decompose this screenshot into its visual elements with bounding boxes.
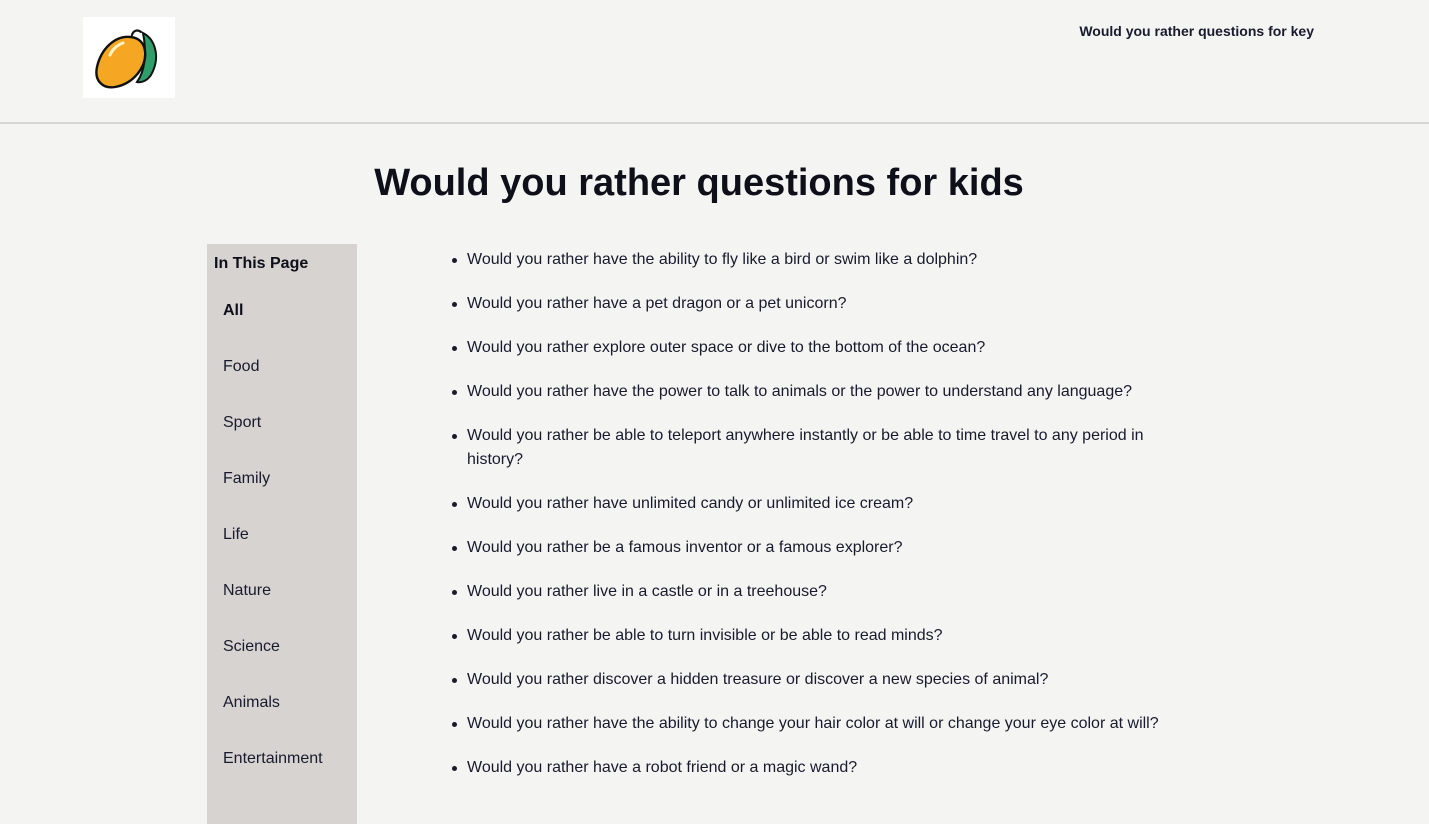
header-nav-link[interactable]: Would you rather questions for key [1079,23,1314,39]
question-item: Would you rather have the power to talk … [448,380,1188,404]
question-item: Would you rather have a robot friend or … [448,756,1188,780]
mango-logo-icon [95,29,158,89]
questions-list: Would you rather have the ability to fly… [448,248,1188,800]
toc-item-science[interactable]: Science [223,638,280,656]
toc-item-entertainment[interactable]: Entertainment [223,750,323,768]
question-item: Would you rather be able to turn invisib… [448,624,1188,648]
toc-item-family[interactable]: Family [223,470,270,488]
toc-item-sport[interactable]: Sport [223,414,261,432]
question-item: Would you rather have the ability to fly… [448,248,1188,272]
question-item: Would you rather explore outer space or … [448,336,1188,360]
question-item: Would you rather discover a hidden treas… [448,668,1188,692]
toc-item-all[interactable]: All [223,302,243,320]
page-title: Would you rather questions for kids [374,162,1024,204]
question-item: Would you rather be a famous inventor or… [448,536,1188,560]
site-logo[interactable] [83,17,175,98]
in-this-page-sidebar: In This Page All Food Sport Family Life Natur… [207,244,357,824]
question-item: Would you rather be able to teleport any… [448,424,1188,472]
site-header: Would you rather questions for key [0,0,1429,124]
toc-item-nature[interactable]: Nature [223,582,271,600]
question-item: Would you rather have the ability to cha… [448,712,1188,736]
toc-heading: In This Page [214,255,309,272]
question-item: Would you rather have a pet dragon or a … [448,292,1188,316]
toc-item-food[interactable]: Food [223,358,259,376]
toc-item-animals[interactable]: Animals [223,694,280,712]
toc-item-life[interactable]: Life [223,526,249,544]
question-item: Would you rather have unlimited candy or… [448,492,1188,516]
question-item: Would you rather live in a castle or in … [448,580,1188,604]
